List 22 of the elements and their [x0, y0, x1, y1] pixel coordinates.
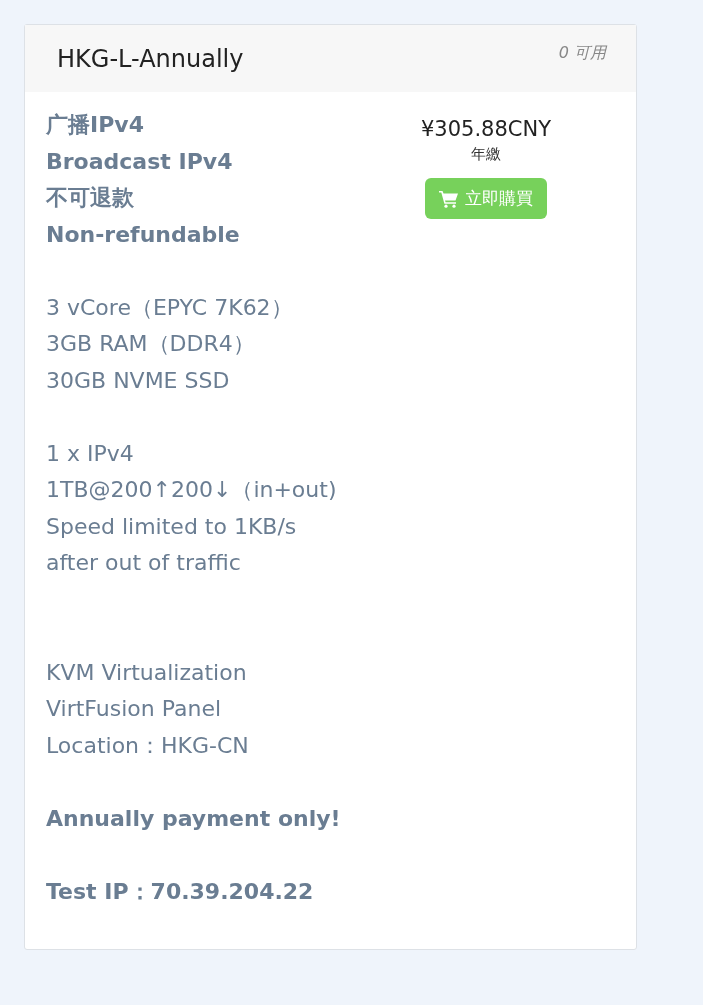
- spec-line: Speed limited to 1KB/s: [46, 512, 298, 541]
- availability-count: 0 可用: [558, 43, 606, 64]
- cart-icon: [439, 189, 459, 208]
- billing-cycle: 年繳: [471, 145, 501, 164]
- spec-line: VirtFusion Panel: [46, 695, 223, 723]
- product-title: HKG-L-Annually: [57, 45, 244, 75]
- feature-line: Broadcast IPv4: [46, 147, 234, 176]
- spec-line: 1 x IPv4: [46, 439, 135, 468]
- feature-line: Non-refundable: [46, 220, 241, 249]
- spec-line: Location：HKG-CN: [46, 731, 250, 760]
- feature-line: 广播IPv4: [46, 111, 145, 139]
- spec-line: after out of traffic: [46, 549, 242, 577]
- feature-line: Annually payment only!: [46, 804, 342, 833]
- price: ¥305.88CNY: [420, 117, 551, 141]
- buy-button[interactable]: 立即購買: [425, 178, 547, 219]
- spec-line: 30GB NVME SSD: [46, 366, 231, 395]
- feature-line: Test IP：70.39.204.22: [46, 877, 315, 906]
- spec-line: 3GB RAM（DDR4）: [46, 330, 256, 358]
- feature-line: 不可退款: [46, 184, 135, 212]
- spec-line: 1TB@200↑200↓（in+out): [46, 476, 338, 504]
- spec-line: 3 vCore（EPYC 7K62）: [46, 293, 294, 322]
- spec-line: KVM Virtualization: [46, 658, 248, 687]
